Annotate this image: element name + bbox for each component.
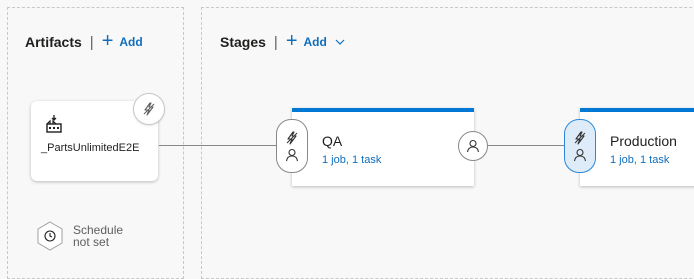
add-stage-label: Add bbox=[303, 35, 327, 49]
person-icon bbox=[466, 139, 480, 153]
pre-deployment-conditions-qa[interactable] bbox=[276, 119, 308, 173]
artifact-to-qa-connector bbox=[159, 145, 277, 146]
person-icon bbox=[285, 148, 299, 162]
chevron-down-icon bbox=[335, 39, 345, 45]
schedule-line2: not set bbox=[73, 235, 110, 249]
schedule-trigger[interactable]: Schedule not set bbox=[36, 221, 123, 251]
plus-icon: + bbox=[101, 30, 114, 52]
lightning-icon bbox=[573, 130, 587, 145]
person-icon bbox=[573, 148, 587, 162]
stage-name: QA bbox=[322, 133, 343, 149]
schedule-label: Schedule not set bbox=[73, 224, 123, 248]
stage-card-qa[interactable]: QA 1 job, 1 task bbox=[292, 108, 474, 186]
stage-summary-link[interactable]: 1 job, 1 task bbox=[610, 154, 669, 166]
stage-name: Production bbox=[610, 133, 677, 149]
stages-title: Stages bbox=[220, 34, 266, 50]
add-stage-button[interactable]: + Add bbox=[285, 30, 345, 52]
post-deployment-conditions-qa[interactable] bbox=[458, 131, 488, 161]
qa-to-production-connector bbox=[487, 145, 565, 146]
artifacts-title: Artifacts bbox=[25, 34, 82, 50]
plus-icon: + bbox=[285, 30, 298, 52]
pre-deployment-conditions-production[interactable] bbox=[564, 119, 596, 173]
header-separator: | bbox=[273, 33, 278, 51]
clock-icon bbox=[36, 221, 64, 251]
lightning-icon bbox=[142, 102, 156, 116]
stage-card-production[interactable]: Production 1 job, 1 task bbox=[580, 108, 694, 186]
stage-summary-link[interactable]: 1 job, 1 task bbox=[322, 154, 381, 166]
add-artifact-label: Add bbox=[119, 35, 143, 49]
artifact-name: _PartsUnlimitedE2E bbox=[41, 142, 140, 154]
header-separator: | bbox=[89, 33, 94, 51]
stages-header: Stages | + Add bbox=[220, 30, 345, 52]
artifacts-header: Artifacts | + Add bbox=[25, 30, 143, 52]
add-artifact-button[interactable]: + Add bbox=[101, 30, 143, 52]
build-icon bbox=[45, 115, 63, 133]
continuous-deployment-trigger[interactable] bbox=[133, 93, 165, 125]
lightning-icon bbox=[285, 130, 299, 145]
